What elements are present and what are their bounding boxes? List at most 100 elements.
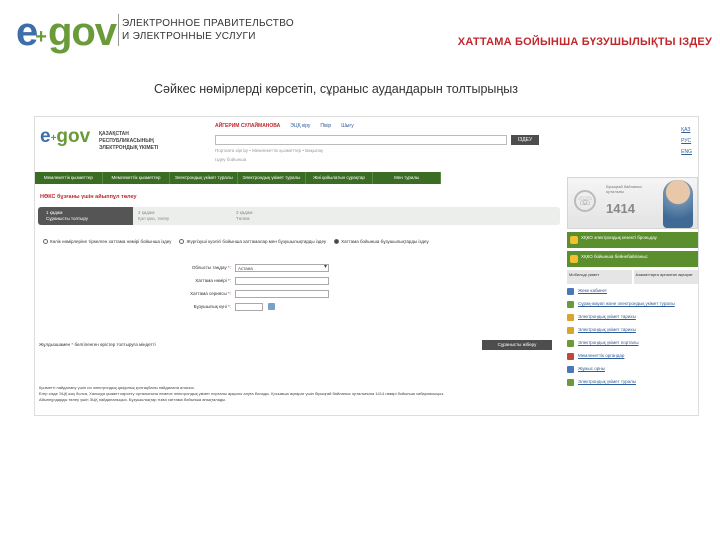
logo-gov: gov: [47, 10, 117, 54]
logo-plus: +: [35, 26, 47, 48]
side-link[interactable]: Мемлекеттік органдар: [567, 353, 698, 360]
side-link[interactable]: Сұрақ-жауап және электрондық үкімет тура…: [567, 301, 698, 308]
slide: e + gov ЭЛЕКТРОННОЕ ПРАВИТЕЛЬСТВО И ЭЛЕК…: [0, 0, 720, 540]
field-label: Бұзушылық күні *:: [193, 304, 231, 309]
side-link-label: Электрондық үкімет порталы: [578, 340, 639, 345]
call-center-text: Бірыңғай байланыс орталығы: [606, 184, 643, 194]
video-link[interactable]: ХҚКО бойынша бейнебайланыс: [567, 251, 698, 267]
top-link-2[interactable]: Шығу: [341, 123, 354, 129]
region-select[interactable]: Астана: [235, 263, 329, 272]
queue-booking-link[interactable]: ХҚКО электрондық кезекті броньдау: [567, 232, 698, 248]
radio-vehicle[interactable]: Көлік нөмірлеріне тіркелген хаттама нөмі…: [43, 239, 171, 244]
book-icon: [567, 327, 574, 334]
side-link[interactable]: Жұмыс орны: [567, 366, 698, 373]
protocol-series-input[interactable]: [235, 289, 329, 298]
search-input[interactable]: [215, 135, 507, 145]
side-link-label: Электрондық үкімет тарихы: [578, 327, 636, 332]
field-label-text: Облысты таңдау: [191, 265, 227, 270]
step-1-desc: Сұранысты толтыру: [46, 216, 89, 221]
egov-logo[interactable]: e + gov: [16, 10, 117, 54]
org-name: ЭЛЕКТРОННОЕ ПРАВИТЕЛЬСТВО И ЭЛЕКТРОННЫЕ …: [122, 17, 294, 43]
search-hint: Порталға кіргізу • Мемлекеттік қызметтер…: [215, 148, 324, 153]
question-icon: [567, 301, 574, 308]
field-label-text: Бұзушылық күні: [193, 304, 227, 309]
side-link[interactable]: Электрондық үкімет порталы: [567, 340, 698, 347]
step-2-desc: Қол қою, төлеу: [138, 216, 170, 221]
radio-label: Хаттама бойынша бұзушылықтарды іздеу: [341, 239, 429, 244]
side-link-label: Мемлекеттік органдар: [578, 353, 625, 358]
phone-icon: ☏: [574, 190, 596, 212]
search-button[interactable]: ІЗДЕУ: [511, 135, 539, 145]
main-nav: Мемлекеттік қызметтер Мемлекеттік қызмет…: [35, 172, 442, 184]
radio-dot[interactable]: [43, 239, 48, 244]
side-link[interactable]: Электрондық үкімет тарихы: [567, 314, 698, 321]
call-center-number: 1414: [606, 201, 635, 216]
info-box[interactable]: Мобильді үкімет: [567, 270, 632, 284]
note-text: белгіленген өрістер толтыруға міндетті: [74, 342, 156, 347]
info-box[interactable]: Азаматтарға арналған ақпарат: [633, 270, 698, 284]
radio-dot-selected[interactable]: [334, 239, 340, 244]
field-label-text: Хаттама нөмірі: [195, 278, 227, 283]
nav-item-1[interactable]: Мемлекеттік қызметтер: [103, 172, 171, 184]
portal-screenshot: e + gov ҚАЗАҚСТАН РЕСПУБЛИКАСЫНЫҢ ЭЛЕКТРОН…: [34, 116, 699, 416]
building-icon: [567, 353, 574, 360]
slide-title: ХАТТАМА БОЙЫНША БҮЗУШЫЛЫҚТЫ ІЗДЕУ: [457, 36, 712, 48]
search-mode-radios: Көлік нөмірлеріне тіркелген хаттама нөмі…: [43, 239, 429, 244]
slide-subtitle: Сәйкес нөмірлерді көрсетіп, сұраныс ауда…: [154, 82, 519, 96]
field-label: Облысты таңдау *:: [191, 265, 231, 270]
radio-label: Көлік нөмірлеріне тіркелген хаттама нөмі…: [50, 239, 172, 244]
nav-item-0[interactable]: Мемлекеттік қызметтер: [35, 172, 103, 184]
logo-divider: [118, 14, 119, 46]
side-links: Жеке кабинет Сұрақ-жауап және электронды…: [567, 288, 698, 386]
lang-kaz[interactable]: ҚАЗ: [681, 127, 692, 133]
portal-logo[interactable]: e + gov: [40, 126, 90, 147]
portal-logo-e: e: [40, 126, 51, 147]
calendar-icon[interactable]: [268, 303, 275, 310]
service-title: НӨКС бұзғаны үшін айыппұл төлеу: [40, 194, 137, 200]
org-line-1: ЭЛЕКТРОННОЕ ПРАВИТЕЛЬСТВО: [122, 18, 294, 29]
step-1: 1 қадам Сұранысты толтыру: [38, 207, 133, 225]
required-note: Жұлдызшамен * белгіленген өрістер толтыр…: [39, 342, 156, 347]
logo-e: e: [16, 10, 38, 54]
user-name[interactable]: АЙГЕРИМ СУЛАЙМАНОВА: [215, 123, 280, 129]
radio-protocol[interactable]: Хаттама бойынша бұзушылықтарды іздеу: [334, 239, 429, 244]
required-mark: *: [227, 265, 230, 270]
side-link[interactable]: Электрондық үкімет туралы: [567, 379, 698, 386]
required-mark: *: [71, 342, 74, 347]
top-link-0[interactable]: ЭЦҚ кіру: [290, 123, 310, 129]
submit-request-button[interactable]: Сұранысты жіберу: [482, 340, 552, 350]
person-icon: [567, 288, 574, 295]
required-mark: *: [227, 278, 230, 283]
call-center-banner[interactable]: ☏ Бірыңғай байланыс орталығы 1414: [567, 177, 698, 229]
side-link-label: Электрондық үкімет туралы: [578, 379, 637, 384]
nav-item-5[interactable]: Мен туралы: [373, 172, 442, 184]
radio-dot[interactable]: [179, 239, 185, 244]
side-link-label: Жұмыс орны: [578, 366, 605, 371]
portal-user-bar: АЙГЕРИМ СУЛАЙМАНОВА ЭЦҚ кіру Пікір Шығу: [215, 123, 354, 129]
nav-item-2[interactable]: Электрондық үкімет туралы: [170, 172, 239, 184]
lang-eng[interactable]: ENG: [681, 149, 692, 155]
search-form: Облысты таңдау *: Астана Хаттама нөмірі …: [175, 261, 329, 313]
field-label: Хаттама нөмірі *:: [195, 278, 231, 283]
step-3-desc: Төлем: [236, 216, 250, 221]
nav-item-3[interactable]: Электрондық үкімет туралы: [238, 172, 306, 184]
side-link-label: Электрондық үкімет тарихы: [578, 314, 636, 319]
nav-item-4[interactable]: Жиі қойылатын сұрақтар: [306, 172, 374, 184]
side-link-label: Жеке кабинет: [578, 288, 607, 293]
radio-label: Жүргізуші куәлігі бойынша хаттамалар мен…: [186, 239, 327, 244]
info-icon: [567, 379, 574, 386]
book-icon: [567, 314, 574, 321]
step-2: 2 қадам Қол қою, төлеу: [138, 207, 169, 225]
top-link-1[interactable]: Пікір: [320, 123, 331, 129]
protocol-number-input[interactable]: [235, 276, 329, 285]
side-link[interactable]: Жеке кабинет: [567, 288, 698, 295]
violation-date-input[interactable]: [235, 302, 263, 311]
lang-rus[interactable]: РУС: [681, 138, 692, 144]
search-hint-2: Іздеу бойынша: [215, 157, 247, 162]
side-link-label: Сұрақ-жауап және электрондық үкімет тура…: [578, 301, 675, 306]
radio-license[interactable]: Жүргізуші куәлігі бойынша хаттамалар мен…: [179, 239, 326, 244]
side-link[interactable]: Электрондық үкімет тарихы: [567, 327, 698, 334]
footer-line: Айыппұлдарды төлеу үшін ЭЦҚ пайдаланыңыз…: [39, 397, 227, 402]
footer-info: Қызметті пайдалану үшін сіз электрондық …: [39, 385, 559, 403]
form-row-series: Хаттама сериясы *:: [175, 287, 329, 300]
